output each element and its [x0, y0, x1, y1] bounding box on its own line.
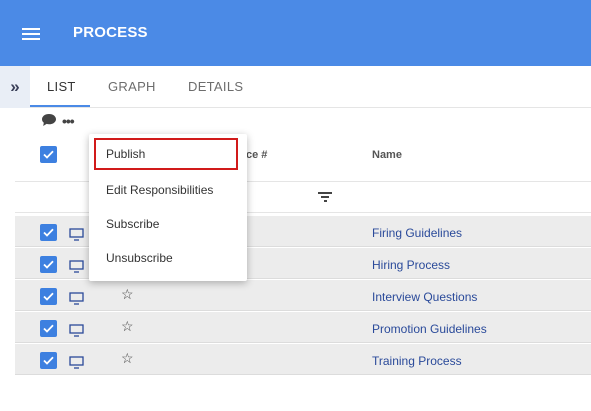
context-menu: Publish Edit Responsibilities Subscribe …: [89, 134, 247, 281]
row-checkbox[interactable]: [40, 320, 57, 337]
star-icon[interactable]: ☆: [121, 350, 134, 367]
menu-item-edit-responsibilities[interactable]: Edit Responsibilities: [89, 174, 247, 206]
table-row[interactable]: ☆ Training Process: [15, 344, 591, 375]
comment-icon[interactable]: [41, 113, 57, 127]
star-icon[interactable]: ☆: [121, 286, 134, 303]
row-checkbox[interactable]: [40, 256, 57, 273]
star-icon[interactable]: ☆: [121, 318, 134, 335]
page-title: PROCESS: [73, 24, 148, 41]
menu-item-unsubscribe[interactable]: Unsubscribe: [89, 242, 247, 274]
active-tab-indicator: [30, 105, 90, 107]
process-name-link[interactable]: Training Process: [372, 354, 462, 368]
app-header: PROCESS: [0, 0, 591, 66]
process-name-link[interactable]: Firing Guidelines: [372, 226, 462, 240]
menu-item-publish[interactable]: Publish: [94, 138, 238, 170]
select-all-checkbox[interactable]: [40, 146, 57, 163]
tab-list[interactable]: LIST: [47, 79, 76, 94]
column-header-name[interactable]: Name: [372, 149, 402, 161]
monitor-icon[interactable]: [69, 260, 84, 273]
table-row[interactable]: ☆ Interview Questions: [15, 280, 591, 311]
menu-icon[interactable]: [22, 27, 42, 41]
chevrons-right-icon[interactable]: »: [0, 66, 30, 108]
tab-details[interactable]: DETAILS: [188, 79, 243, 94]
column-header-reference[interactable]: ce #: [246, 149, 267, 161]
monitor-icon[interactable]: [69, 356, 84, 369]
process-name-link[interactable]: Interview Questions: [372, 290, 477, 304]
more-icon[interactable]: •••: [62, 114, 75, 128]
process-name-link[interactable]: Promotion Guidelines: [372, 322, 487, 336]
row-checkbox[interactable]: [40, 224, 57, 241]
tab-bar: LIST GRAPH DETAILS: [30, 66, 591, 108]
table-row[interactable]: ☆ Promotion Guidelines: [15, 312, 591, 343]
row-checkbox[interactable]: [40, 352, 57, 369]
row-checkbox[interactable]: [40, 288, 57, 305]
tab-graph[interactable]: GRAPH: [108, 79, 156, 94]
process-name-link[interactable]: Hiring Process: [372, 258, 450, 272]
monitor-icon[interactable]: [69, 292, 84, 305]
filter-icon[interactable]: [318, 192, 332, 202]
menu-item-subscribe[interactable]: Subscribe: [89, 208, 247, 240]
monitor-icon[interactable]: [69, 228, 84, 241]
monitor-icon[interactable]: [69, 324, 84, 337]
